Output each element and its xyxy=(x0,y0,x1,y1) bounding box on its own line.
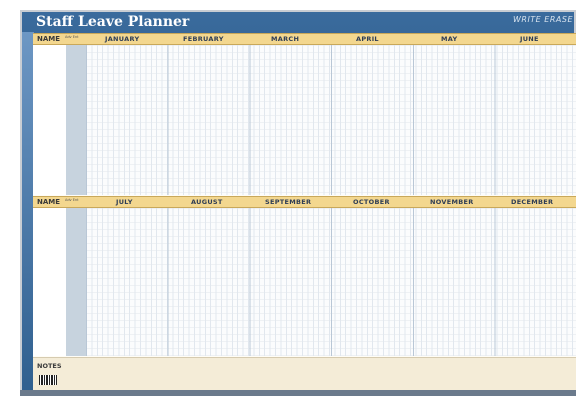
day-grid-jul-dec[interactable] xyxy=(86,208,576,356)
notes-area[interactable]: NOTES xyxy=(33,357,576,390)
barcode-icon xyxy=(39,375,57,385)
month-header: AUGUST xyxy=(191,198,223,206)
month-header: FEBRUARY xyxy=(183,35,224,43)
month-header: NOVEMBER xyxy=(430,198,474,206)
month-header: MAY xyxy=(441,35,458,43)
month-header: DECEMBER xyxy=(511,198,554,206)
extra-column[interactable] xyxy=(66,45,86,195)
header-row-jul-dec: NAME Adv Ent JULY AUGUST SEPTEMBER OCTOB… xyxy=(33,196,576,208)
header-row-jan-jun: NAME Adv Ent JANUARY FEBRUARY MARCH APRI… xyxy=(33,33,576,45)
month-header: JULY xyxy=(116,198,133,206)
extra-column[interactable] xyxy=(66,208,86,356)
name-column[interactable] xyxy=(33,208,66,356)
month-header: MARCH xyxy=(271,35,300,43)
notes-label: NOTES xyxy=(37,362,62,370)
planner-title: Staff Leave Planner xyxy=(36,14,190,30)
month-header: SEPTEMBER xyxy=(265,198,312,206)
brand-logo: WRITE ERASE xyxy=(512,15,573,24)
month-header: APRIL xyxy=(356,35,379,43)
name-column-header: NAME xyxy=(37,35,61,43)
mini-column-header: Adv Ent xyxy=(65,35,79,39)
month-header: JUNE xyxy=(520,35,539,43)
mini-column-header: Adv Ent xyxy=(65,198,79,202)
name-column-header: NAME xyxy=(37,198,61,206)
name-column[interactable] xyxy=(33,45,66,195)
month-header: OCTOBER xyxy=(353,198,390,206)
board-frame-bottom xyxy=(20,390,576,396)
month-header: JANUARY xyxy=(105,35,140,43)
day-grid-jan-jun[interactable] xyxy=(86,45,576,195)
